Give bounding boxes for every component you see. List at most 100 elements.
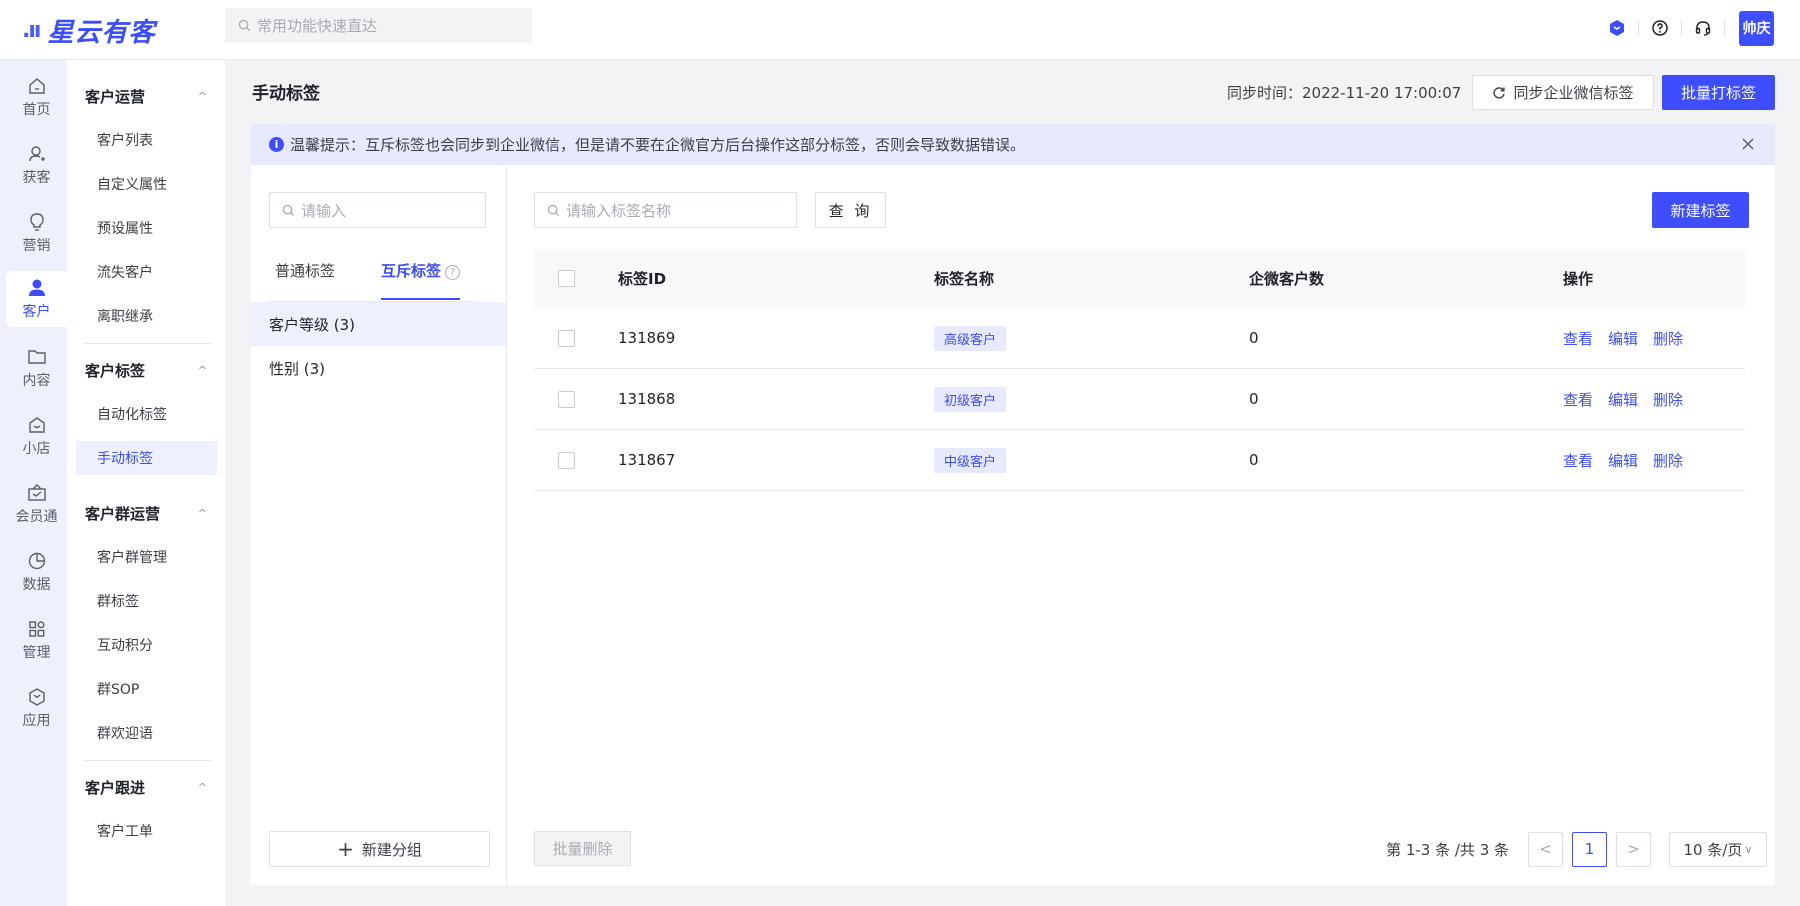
select-all-checkbox[interactable] [558, 270, 575, 287]
nav-item-custom-attributes[interactable]: 自定义属性 [76, 167, 217, 201]
row-select-cell [534, 329, 618, 347]
question-icon[interactable]: ? [445, 265, 461, 280]
rail-item-content[interactable]: 内容 [6, 340, 67, 396]
rail-item-shop[interactable]: 小店 [6, 408, 67, 464]
chevron-up-icon: ^ [197, 780, 207, 794]
table-row: 131869 高级客户 0 查看 编辑 删除 [534, 308, 1745, 369]
rail-item-member[interactable]: 会员通 [6, 476, 67, 532]
tag-name-cell: 中级客户 [934, 447, 1249, 473]
delete-link[interactable]: 删除 [1653, 452, 1683, 470]
tab-label: 普通标签 [275, 262, 336, 280]
table-row: 131868 初级客户 0 查看 编辑 删除 [534, 369, 1745, 430]
nav-group-customer-ops[interactable]: 客户运营 ^ [85, 81, 211, 111]
tab-normal-tags[interactable]: 普通标签 [275, 260, 335, 300]
new-group-button[interactable]: + 新建分组 [269, 831, 490, 867]
nav-group-customer-tags[interactable]: 客户标签 ^ [85, 355, 211, 385]
tag-search-placeholder: 请输入标签名称 [566, 201, 672, 220]
query-button[interactable]: 查 询 [815, 192, 886, 228]
nav-item-manual-tags[interactable]: 手动标签 [76, 441, 217, 475]
nav-group-title: 客户运营 [85, 87, 146, 106]
nav-item-lost-customers[interactable]: 流失客户 [76, 255, 217, 289]
group-search-input[interactable]: 请输入 [269, 192, 486, 228]
rail-item-marketing[interactable]: 营销 [6, 205, 67, 261]
secondary-nav: 客户运营 ^ 客户列表 自定义属性 预设属性 流失客户 离职继承 客户标签 ^ … [67, 60, 225, 906]
chevron-down-icon: ∨ [1744, 842, 1753, 856]
row-checkbox[interactable] [558, 329, 575, 347]
nav-item-preset-attributes[interactable]: 预设属性 [76, 211, 217, 245]
page-title: 手动标签 [252, 84, 320, 104]
tab-exclusive-tags[interactable]: 互斥标签? [381, 260, 461, 300]
page-button-current[interactable]: 1 [1572, 831, 1607, 867]
nav-item-welcome[interactable]: 群欢迎语 [76, 716, 217, 750]
brand-cube-icon[interactable] [1606, 17, 1628, 39]
pagination-total: 第 1-3 条 /共 3 条 [1386, 840, 1509, 859]
edit-link[interactable]: 编辑 [1608, 330, 1638, 348]
page-size-select[interactable]: 10 条/页 ∨ [1669, 831, 1767, 867]
user-add-icon [26, 143, 48, 165]
row-checkbox[interactable] [558, 390, 575, 408]
top-separator [1638, 20, 1639, 36]
rail-item-manage[interactable]: 管理 [6, 612, 67, 668]
nav-item-customer-list[interactable]: 客户列表 [76, 123, 217, 157]
edit-link[interactable]: 编辑 [1608, 452, 1638, 470]
nav-item-work-orders[interactable]: 客户工单 [76, 814, 217, 848]
rail-label: 会员通 [15, 509, 58, 525]
folder-icon [26, 346, 48, 368]
rail-item-data[interactable]: 数据 [6, 544, 67, 600]
actions-cell: 查看 编辑 删除 [1563, 389, 1745, 410]
plus-icon: + [337, 837, 354, 861]
headset-icon[interactable] [1692, 17, 1714, 39]
batch-tag-button[interactable]: 批量打标签 [1662, 75, 1775, 110]
global-search-input[interactable]: 常用功能快速直达 [225, 8, 532, 43]
tag-chip: 中级客户 [934, 447, 1007, 473]
view-link[interactable]: 查看 [1563, 452, 1593, 470]
view-link[interactable]: 查看 [1563, 330, 1593, 348]
nav-divider [84, 760, 211, 761]
edit-link[interactable]: 编辑 [1608, 391, 1638, 409]
global-search-placeholder: 常用功能快速直达 [257, 17, 378, 35]
nav-item-group-tags[interactable]: 群标签 [76, 584, 217, 618]
rail-item-home[interactable]: 首页 [6, 69, 67, 125]
rail-item-acquire[interactable]: 获客 [6, 137, 67, 193]
top-icons: 帅庆 [1596, 10, 1774, 46]
nav-group-title: 客户群运营 [85, 504, 161, 523]
row-checkbox[interactable] [558, 451, 575, 469]
group-item-customer-level[interactable]: 客户等级 (3) [251, 302, 506, 346]
bulk-delete-button[interactable]: 批量删除 [534, 831, 631, 866]
actions-cell: 查看 编辑 删除 [1563, 450, 1745, 471]
delete-link[interactable]: 删除 [1653, 330, 1683, 348]
column-header: 标签名称 [934, 270, 995, 288]
nav-group-group-ops[interactable]: 客户群运营 ^ [85, 498, 211, 528]
nav-group-follow-up[interactable]: 客户跟进 ^ [85, 772, 211, 802]
user-avatar[interactable]: 帅庆 [1739, 10, 1774, 46]
notice-text: 温馨提示：互斥标签也会同步到企业微信，但是请不要在企微官方后台操作这部分标签，否… [290, 136, 1026, 154]
help-icon[interactable] [1649, 17, 1671, 39]
tag-id: 131868 [618, 390, 676, 408]
rail-item-apps[interactable]: 应用 [6, 680, 67, 736]
tag-name-search-input[interactable]: 请输入标签名称 [534, 192, 797, 228]
rail-item-customer[interactable]: 客户 [6, 271, 67, 327]
search-icon [547, 204, 560, 216]
prev-page-button[interactable]: < [1528, 831, 1563, 867]
customer-count: 0 [1249, 451, 1259, 469]
column-header: 企微客户数 [1249, 270, 1325, 288]
new-tag-button[interactable]: 新建标签 [1652, 192, 1749, 228]
delete-link[interactable]: 删除 [1653, 391, 1683, 409]
next-page-button[interactable]: > [1616, 831, 1651, 867]
user-icon [26, 277, 48, 299]
nav-item-group-sop[interactable]: 群SOP [76, 672, 217, 706]
group-item-gender[interactable]: 性别 (3) [251, 346, 506, 390]
nav-item-points[interactable]: 互动积分 [76, 628, 217, 662]
rail-label: 客户 [22, 304, 51, 320]
view-link[interactable]: 查看 [1563, 391, 1593, 409]
tags-table: 标签ID 标签名称 企微客户数 操作 131869 高级客户 0 查看 编辑 删除 … [534, 249, 1745, 491]
nav-item-group-manage[interactable]: 客户群管理 [76, 540, 217, 574]
tag-chip: 高级客户 [934, 325, 1007, 351]
tab-label: 互斥标签 [381, 262, 442, 280]
nav-item-resign-inherit[interactable]: 离职继承 [76, 299, 217, 333]
nav-item-auto-tags[interactable]: 自动化标签 [76, 397, 217, 431]
close-icon[interactable] [1739, 135, 1757, 153]
sync-time: 同步时间：2022-11-20 17:00:07 [1227, 84, 1462, 102]
sync-wecom-tags-button[interactable]: 同步企业微信标签 [1472, 75, 1654, 110]
app-logo[interactable]: .ıı 星云有客 [22, 12, 155, 48]
